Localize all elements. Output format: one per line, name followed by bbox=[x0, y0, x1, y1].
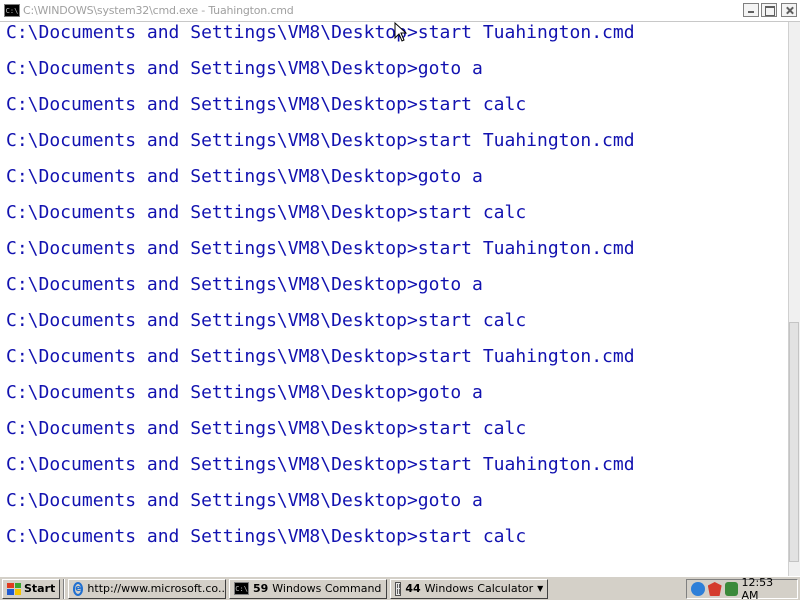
console-output[interactable]: C:\Documents and Settings\VM8\Desktop>st… bbox=[0, 22, 788, 576]
taskbar-item-internet-explorer[interactable]: e http://www.microsoft.co... bbox=[68, 578, 227, 599]
start-label: Start bbox=[24, 582, 56, 595]
network-icon[interactable] bbox=[691, 582, 705, 596]
vertical-scrollbar[interactable] bbox=[788, 22, 800, 576]
security-icon[interactable] bbox=[707, 582, 722, 596]
start-button[interactable]: Start bbox=[2, 578, 61, 599]
task-count: 44 bbox=[405, 582, 421, 595]
taskbar-item-calculator[interactable]: 44 Windows Calculator ▼ bbox=[390, 578, 549, 599]
windows-logo-icon bbox=[7, 582, 21, 595]
console-line: C:\Documents and Settings\VM8\Desktop>go… bbox=[6, 382, 483, 403]
minimize-button[interactable] bbox=[743, 3, 759, 17]
console-line: C:\Documents and Settings\VM8\Desktop>st… bbox=[6, 310, 527, 331]
taskbar: Start e http://www.microsoft.co... C:\ 5… bbox=[0, 576, 800, 600]
console-line: C:\Documents and Settings\VM8\Desktop>go… bbox=[6, 166, 483, 187]
cmd-app-icon[interactable]: C:\ bbox=[4, 4, 20, 17]
ie-icon: e bbox=[73, 581, 84, 596]
close-button[interactable] bbox=[781, 3, 797, 17]
console-line: C:\Documents and Settings\VM8\Desktop>st… bbox=[6, 346, 635, 367]
window-title-bar[interactable]: C:\ C:\WINDOWS\system32\cmd.exe - Tuahin… bbox=[0, 0, 800, 22]
maximize-button[interactable] bbox=[761, 3, 777, 17]
scrollbar-thumb[interactable] bbox=[789, 322, 799, 562]
console-line: C:\Documents and Settings\VM8\Desktop>st… bbox=[6, 454, 635, 475]
taskbar-separator bbox=[63, 578, 66, 599]
console-line: C:\Documents and Settings\VM8\Desktop>go… bbox=[6, 58, 483, 79]
mouse-cursor-icon bbox=[394, 22, 408, 42]
console-line: C:\Documents and Settings\VM8\Desktop>go… bbox=[6, 490, 483, 511]
volume-icon[interactable] bbox=[724, 582, 739, 596]
task-count: 59 bbox=[252, 582, 269, 595]
task-label: http://www.microsoft.co... bbox=[87, 582, 227, 595]
calc-icon bbox=[395, 581, 402, 596]
window-controls bbox=[743, 3, 797, 17]
task-label: Windows Command ... bbox=[272, 582, 388, 595]
system-tray: 12:53 AM bbox=[686, 576, 798, 600]
dropdown-arrow-icon: ▼ bbox=[537, 584, 544, 593]
console-line: C:\Documents and Settings\VM8\Desktop>st… bbox=[6, 202, 527, 223]
window-title: C:\WINDOWS\system32\cmd.exe - Tuahington… bbox=[23, 4, 294, 17]
console-line: C:\Documents and Settings\VM8\Desktop>st… bbox=[6, 130, 635, 151]
console-line: C:\Documents and Settings\VM8\Desktop>go… bbox=[6, 274, 483, 295]
console-line: C:\Documents and Settings\VM8\Desktop>st… bbox=[6, 418, 527, 439]
task-label: Windows Calculator bbox=[424, 582, 534, 595]
cmd-icon: C:\ bbox=[234, 582, 249, 595]
taskbar-item-command-prompt[interactable]: C:\ 59 Windows Command ... ▼ bbox=[229, 578, 388, 599]
console-line: C:\Documents and Settings\VM8\Desktop>st… bbox=[6, 526, 527, 547]
clock[interactable]: 12:53 AM bbox=[741, 576, 793, 600]
console-line: C:\Documents and Settings\VM8\Desktop>st… bbox=[6, 94, 527, 115]
console-line: C:\Documents and Settings\VM8\Desktop>st… bbox=[6, 238, 635, 259]
